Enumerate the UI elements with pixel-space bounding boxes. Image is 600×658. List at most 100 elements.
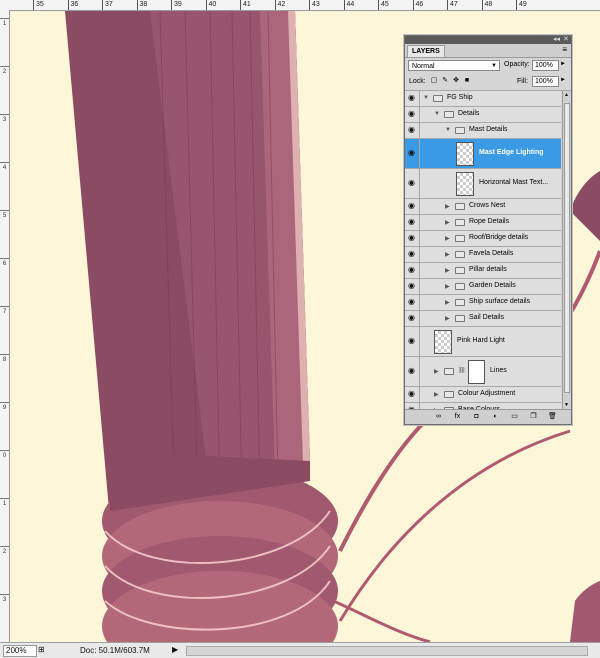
layer-row[interactable]: ◉ Mast Edge Lighting — [405, 139, 561, 169]
lock-move-icon[interactable]: ✥ — [452, 77, 460, 85]
ruler-mark — [0, 210, 9, 211]
expanded-triangle-icon[interactable]: ▼ — [434, 111, 440, 117]
visibility-toggle[interactable]: ◉ — [406, 327, 420, 356]
ruler-label: 5 — [2, 213, 7, 219]
scroll-up-icon[interactable]: ▲ — [564, 92, 569, 98]
scroll-down-icon[interactable]: ▼ — [564, 402, 569, 408]
new-layer-icon[interactable]: ❐ — [528, 412, 539, 422]
visibility-toggle[interactable]: ◉ — [406, 263, 420, 278]
ruler-tick-label: 39 — [171, 0, 182, 10]
lock-transparency-icon[interactable]: ▢ — [430, 77, 438, 85]
layer-name: Garden Details — [469, 282, 516, 289]
layer-row[interactable]: ◉ ▶ Crows Nest — [405, 199, 561, 215]
opacity-arrow-icon[interactable]: ► — [560, 61, 566, 67]
visibility-toggle[interactable]: ◉ — [406, 247, 420, 262]
layer-row[interactable]: ◉ ▶ Pillar details — [405, 263, 561, 279]
layer-row[interactable]: ◉ ▶ Colour Adjustment — [405, 387, 561, 403]
ruler-mark — [0, 546, 9, 547]
fill-arrow-icon[interactable]: ► — [560, 77, 566, 83]
fx-icon[interactable]: fx — [452, 412, 463, 422]
ruler-tick-label: 40 — [205, 0, 216, 10]
layer-row[interactable]: ◉ Horizontal Mast Text... — [405, 169, 561, 199]
layer-thumbnail[interactable] — [456, 172, 474, 196]
layer-row[interactable]: ◉ ▶ ⛓ Lines — [405, 357, 561, 387]
collapsed-triangle-icon[interactable]: ▶ — [445, 267, 450, 274]
visibility-toggle[interactable]: ◉ — [406, 91, 420, 106]
layers-scrollbar[interactable]: ▲ ▼ — [562, 91, 571, 409]
collapse-icon[interactable]: ◂◂ — [553, 36, 560, 44]
layer-row[interactable]: ◉ ▶ Roof/Bridge details — [405, 231, 561, 247]
layer-row[interactable]: ◉ ▶ Garden Details — [405, 279, 561, 295]
layer-row[interactable]: ◉ ▶ Rope Details — [405, 215, 561, 231]
layer-thumbnail[interactable] — [456, 142, 474, 166]
collapsed-triangle-icon[interactable]: ▶ — [434, 368, 439, 375]
collapsed-triangle-icon[interactable]: ▶ — [445, 203, 450, 210]
folder-icon — [455, 299, 465, 306]
visibility-toggle[interactable]: ◉ — [406, 295, 420, 310]
collapsed-triangle-icon[interactable]: ▶ — [445, 299, 450, 306]
ruler-tick-label: 44 — [343, 0, 354, 10]
collapsed-triangle-icon[interactable]: ▶ — [434, 391, 439, 398]
layer-row[interactable]: ◉ Pink Hard Light — [405, 327, 561, 357]
ruler-mark — [0, 498, 9, 499]
zoom-field[interactable]: 200% — [3, 645, 37, 657]
status-nav-icon[interactable]: ⊞ — [38, 645, 48, 655]
ruler-label: 1 — [2, 21, 7, 27]
folder-icon — [455, 315, 465, 322]
lock-brush-icon[interactable]: ✎ — [441, 77, 449, 85]
collapsed-triangle-icon[interactable]: ▶ — [445, 235, 450, 242]
fill-field[interactable]: 100% — [532, 76, 559, 87]
layer-thumbnail[interactable] — [434, 330, 452, 354]
collapsed-triangle-icon[interactable]: ▶ — [445, 219, 450, 226]
layer-row[interactable]: ◉ ▼ FG Ship — [405, 91, 561, 107]
ruler-mark — [0, 114, 9, 115]
visibility-toggle[interactable]: ◉ — [406, 199, 420, 214]
collapsed-triangle-icon[interactable]: ▶ — [445, 283, 450, 290]
horizontal-scrollbar[interactable] — [186, 646, 588, 656]
expanded-triangle-icon[interactable]: ▼ — [423, 95, 429, 101]
group-icon[interactable]: ▭ — [509, 412, 520, 422]
tab-layers[interactable]: LAYERS — [407, 45, 445, 57]
panel-titlebar[interactable]: ◂◂ ✕ — [405, 36, 571, 44]
close-icon[interactable]: ✕ — [563, 36, 569, 44]
lock-all-icon[interactable]: ■ — [463, 77, 471, 85]
ruler-label: 7 — [2, 309, 7, 315]
trash-icon[interactable]: 🗑 — [547, 412, 558, 422]
folder-icon — [444, 111, 454, 118]
mask-icon[interactable]: ◘ — [471, 412, 482, 422]
collapsed-triangle-icon[interactable]: ▶ — [445, 315, 450, 322]
layer-row[interactable]: ◉ ▶ Sail Details — [405, 311, 561, 327]
visibility-toggle[interactable]: ◉ — [406, 387, 420, 402]
visibility-toggle[interactable]: ◉ — [406, 311, 420, 326]
visibility-toggle[interactable]: ◉ — [406, 357, 420, 386]
visibility-toggle[interactable]: ◉ — [406, 279, 420, 294]
layer-mask-thumbnail[interactable] — [468, 360, 485, 384]
collapsed-triangle-icon[interactable]: ▶ — [445, 251, 450, 258]
visibility-toggle[interactable]: ◉ — [406, 123, 420, 138]
visibility-toggle[interactable]: ◉ — [406, 169, 420, 198]
panel-menu-icon[interactable]: ≡ — [562, 45, 567, 54]
eye-icon: ◉ — [408, 109, 415, 118]
expanded-triangle-icon[interactable]: ▼ — [445, 127, 451, 133]
link-icon[interactable]: ∞ — [433, 412, 444, 422]
vertical-ruler[interactable]: 1 2 3 4 5 6 7 8 9 0 1 2 3 — [0, 10, 10, 642]
doc-size[interactable]: Doc: 50.1M/603.7M — [80, 645, 150, 656]
scroll-thumb[interactable] — [564, 103, 570, 393]
visibility-toggle[interactable]: ◉ — [406, 139, 420, 168]
layer-row[interactable]: ◉ ▼ Details — [405, 107, 561, 123]
status-menu-icon[interactable]: ▶ — [172, 645, 182, 655]
blend-mode-select[interactable]: Normal ▼ — [408, 60, 500, 71]
layer-row[interactable]: ◉ ▼ Mast Details — [405, 123, 561, 139]
visibility-toggle[interactable]: ◉ — [406, 231, 420, 246]
layer-row[interactable]: ◉ ▶ Ship surface details — [405, 295, 561, 311]
adjustment-icon[interactable]: ◐ — [490, 412, 501, 422]
folder-icon — [455, 267, 465, 274]
visibility-toggle[interactable]: ◉ — [406, 107, 420, 122]
horizontal-ruler[interactable]: 35 36 37 38 39 40 41 42 43 44 45 46 47 48 49 — [0, 0, 600, 11]
opacity-field[interactable]: 100% — [532, 60, 559, 71]
layer-name: Mast Details — [469, 126, 508, 133]
layer-name: Pillar details — [469, 266, 507, 273]
layer-name: Rope Details — [469, 218, 510, 225]
visibility-toggle[interactable]: ◉ — [406, 215, 420, 230]
layer-row[interactable]: ◉ ▶ Favela Details — [405, 247, 561, 263]
